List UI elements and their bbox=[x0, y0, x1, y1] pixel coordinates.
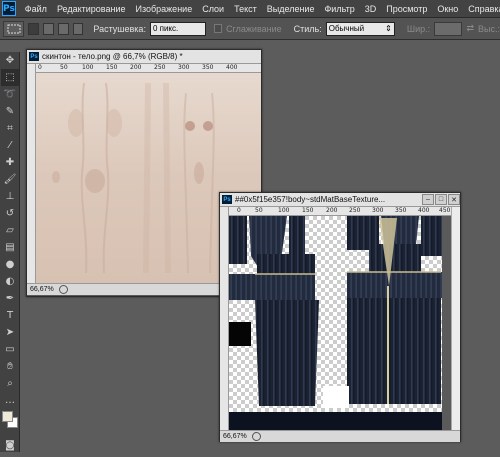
chevron-updown-icon: ⇕ bbox=[385, 23, 392, 33]
marquee-icon[interactable]: ⬚ bbox=[1, 69, 19, 86]
ruler-label: 100 bbox=[82, 64, 94, 71]
menu-type[interactable]: Текст bbox=[229, 4, 262, 14]
eraser-icon[interactable]: ▱ bbox=[1, 222, 19, 239]
blur-icon[interactable]: ● bbox=[1, 256, 19, 273]
add-selection-button[interactable] bbox=[43, 22, 54, 35]
ruler-label: 0 bbox=[38, 64, 42, 71]
hand-icon[interactable]: ✋︎ bbox=[1, 358, 19, 375]
new-selection-button[interactable] bbox=[28, 22, 40, 35]
ruler-label: 50 bbox=[60, 64, 68, 71]
style-label: Стиль: bbox=[293, 23, 322, 34]
antialias-label: Сглаживание bbox=[226, 23, 282, 34]
ruler-label: 350 bbox=[202, 64, 214, 71]
zoom-icon[interactable]: ⌕ bbox=[1, 375, 19, 392]
status-bar: 66,67% bbox=[220, 430, 460, 442]
photoshop-logo: Ps bbox=[2, 1, 16, 16]
crop-icon[interactable]: ⌗ bbox=[1, 120, 19, 137]
menu-select[interactable]: Выделение bbox=[262, 4, 320, 14]
navigator-icon[interactable] bbox=[251, 432, 261, 441]
document-canvas[interactable] bbox=[229, 216, 442, 430]
healing-icon[interactable]: ✚ bbox=[1, 154, 19, 171]
rectangle-icon[interactable]: ▭ bbox=[1, 341, 19, 358]
tool-preset-picker[interactable] bbox=[3, 20, 25, 37]
document-title: скинтон - тело.png @ 66,7% (RGB/8) * bbox=[42, 52, 183, 61]
document-title: ##0x5f15e357!body~stdMatBaseTexture... bbox=[235, 195, 386, 204]
ruler-label: 150 bbox=[302, 207, 314, 214]
maximize-icon[interactable]: □ bbox=[435, 194, 447, 205]
type-icon[interactable]: T bbox=[1, 307, 19, 324]
horizontal-ruler[interactable]: 0 50 100 150 200 250 300 350 400 bbox=[36, 64, 261, 73]
photoshop-doc-icon: Ps bbox=[29, 52, 39, 61]
photoshop-doc-icon: Ps bbox=[222, 195, 232, 204]
menu-filter[interactable]: Фильтр bbox=[319, 4, 359, 14]
vertical-scrollbar[interactable] bbox=[451, 207, 460, 430]
ruler-label: 150 bbox=[106, 64, 118, 71]
path-select-icon[interactable]: ➤ bbox=[1, 324, 19, 341]
zoom-level[interactable]: 66,67% bbox=[27, 286, 57, 293]
ruler-label: 250 bbox=[154, 64, 166, 71]
menu-image[interactable]: Изображение bbox=[131, 4, 198, 14]
ruler-label: 400 bbox=[418, 207, 430, 214]
move-icon[interactable]: ✥ bbox=[1, 52, 19, 69]
subtract-selection-button[interactable] bbox=[57, 22, 69, 35]
menu-3d[interactable]: 3D bbox=[360, 4, 382, 14]
swap-icon: ⇄ bbox=[466, 23, 474, 33]
width-label: Шир.: bbox=[406, 23, 431, 34]
dodge-icon[interactable]: ◐ bbox=[1, 273, 19, 290]
minimize-icon[interactable]: – bbox=[422, 194, 434, 205]
ruler-label: 250 bbox=[349, 207, 361, 214]
brush-icon[interactable]: 🖌︎ bbox=[1, 171, 19, 188]
menu-window[interactable]: Окно bbox=[432, 4, 463, 14]
ruler-label: 50 bbox=[255, 207, 263, 214]
menu-help[interactable]: Справка bbox=[463, 4, 500, 14]
history-brush-icon[interactable]: ↺ bbox=[1, 205, 19, 222]
navigator-icon[interactable] bbox=[58, 285, 68, 294]
ruler-label: 400 bbox=[226, 64, 238, 71]
ruler-label: 350 bbox=[395, 207, 407, 214]
options-bar: Растушевка: 0 пикс. Сглаживание Стиль: О… bbox=[0, 18, 500, 40]
menu-file[interactable]: Файл bbox=[20, 4, 52, 14]
close-icon[interactable]: ✕ bbox=[448, 194, 460, 205]
clone-stamp-icon[interactable]: ⊥ bbox=[1, 188, 19, 205]
document-title-bar[interactable]: Ps ##0x5f15e357!body~stdMatBaseTexture..… bbox=[220, 193, 460, 207]
document-title-bar[interactable]: Ps скинтон - тело.png @ 66,7% (RGB/8) * bbox=[27, 50, 261, 64]
document-window-buttons: – □ ✕ bbox=[421, 194, 460, 205]
style-select-value: Обычный bbox=[328, 23, 365, 33]
color-swatches bbox=[0, 409, 19, 437]
antialias-checkbox[interactable] bbox=[213, 24, 223, 33]
ruler-label: 0 bbox=[237, 207, 241, 214]
quick-select-icon[interactable]: ✎ bbox=[1, 103, 19, 120]
ruler-label: 300 bbox=[372, 207, 384, 214]
vertical-ruler[interactable] bbox=[27, 64, 36, 283]
pen-icon[interactable]: ✒ bbox=[1, 290, 19, 307]
toolbox: ✥ ⬚ ➰ ✎ ⌗ ⁄ ✚ 🖌︎ ⊥ ↺ ▱ ▤ ● ◐ ✒ T ➤ ▭ ✋︎ … bbox=[0, 52, 20, 452]
clothing-texture-image bbox=[229, 216, 442, 430]
menu-layers[interactable]: Слои bbox=[197, 4, 229, 14]
zoom-level[interactable]: 66,67% bbox=[220, 433, 250, 440]
width-input[interactable] bbox=[434, 21, 463, 36]
intersect-selection-button[interactable] bbox=[72, 22, 84, 35]
gradient-icon[interactable]: ▤ bbox=[1, 239, 19, 256]
document-window-texture[interactable]: Ps ##0x5f15e357!body~stdMatBaseTexture..… bbox=[219, 192, 461, 442]
foreground-color-swatch[interactable] bbox=[2, 411, 13, 422]
quick-mask-icon[interactable]: ◙ bbox=[1, 437, 19, 454]
ruler-label: 450 bbox=[439, 207, 451, 214]
menu-view[interactable]: Просмотр bbox=[381, 4, 432, 14]
ellipsis-icon[interactable]: … bbox=[1, 392, 19, 409]
horizontal-ruler[interactable]: 0 50 100 150 200 250 300 350 400 450 bbox=[229, 207, 451, 216]
feather-label: Растушевка: bbox=[93, 23, 146, 34]
eyedropper-icon[interactable]: ⁄ bbox=[1, 137, 19, 154]
ruler-label: 200 bbox=[130, 64, 142, 71]
ruler-label: 200 bbox=[326, 207, 338, 214]
menu-bar: Ps Файл Редактирование Изображение Слои … bbox=[0, 0, 500, 18]
feather-input[interactable]: 0 пикс. bbox=[149, 21, 206, 36]
vertical-ruler[interactable] bbox=[220, 207, 229, 430]
ruler-label: 100 bbox=[278, 207, 290, 214]
menu-edit[interactable]: Редактирование bbox=[52, 4, 131, 14]
marquee-icon bbox=[7, 24, 21, 33]
lasso-icon[interactable]: ➰ bbox=[1, 86, 19, 103]
ruler-label: 300 bbox=[178, 64, 190, 71]
style-select[interactable]: Обычный ⇕ bbox=[325, 21, 395, 36]
height-label: Выс.: bbox=[478, 23, 500, 34]
